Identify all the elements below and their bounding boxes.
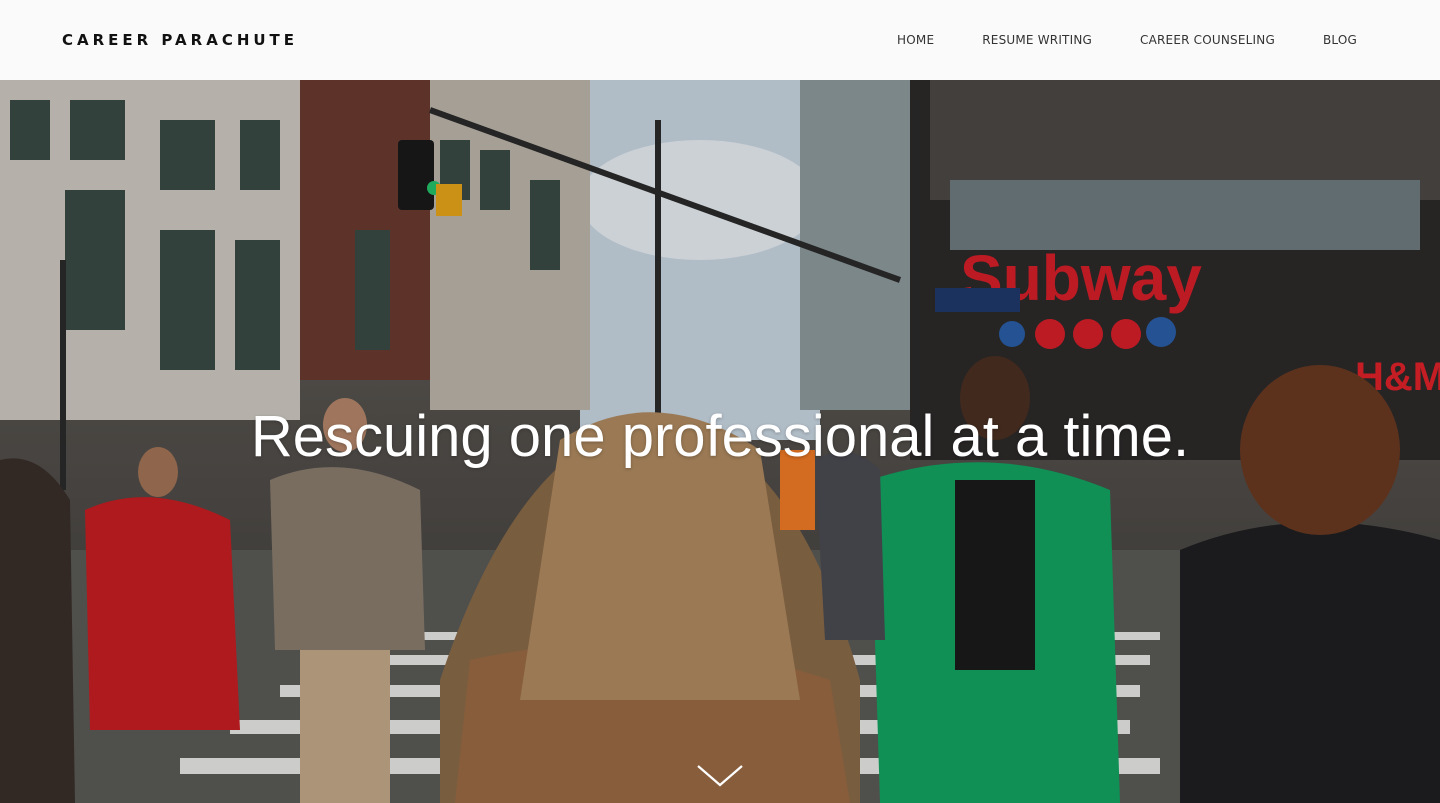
main-nav: HOME RESUME WRITING CAREER COUNSELING BL… <box>897 33 1357 47</box>
chevron-down-icon[interactable] <box>696 763 744 789</box>
site-logo[interactable]: CAREER PARACHUTE <box>62 31 298 49</box>
hero-section: Subway H&M <box>0 80 1440 803</box>
nav-blog[interactable]: BLOG <box>1323 33 1357 47</box>
site-header: CAREER PARACHUTE HOME RESUME WRITING CAR… <box>0 0 1440 80</box>
nav-home[interactable]: HOME <box>897 33 934 47</box>
hero-headline: Rescuing one professional at a time. <box>250 404 1190 469</box>
nav-career-counseling[interactable]: CAREER COUNSELING <box>1140 33 1275 47</box>
nav-resume-writing[interactable]: RESUME WRITING <box>982 33 1092 47</box>
